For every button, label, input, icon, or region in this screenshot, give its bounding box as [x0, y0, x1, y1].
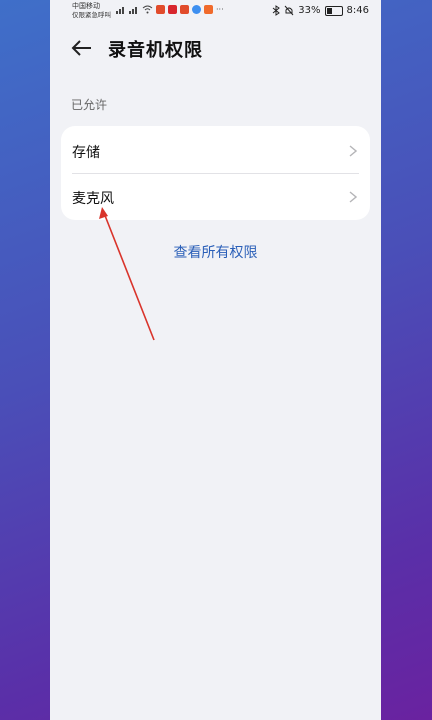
clock: 8:46 [346, 5, 369, 16]
permission-row-storage[interactable]: 存储 [61, 128, 370, 174]
chevron-right-icon [349, 191, 357, 203]
battery-percent: 33% [298, 5, 321, 16]
signal-icon-2 [129, 7, 137, 14]
back-button[interactable] [70, 36, 94, 60]
signal-icon [116, 7, 124, 14]
permission-row-microphone[interactable]: 麦克风 [61, 174, 370, 220]
permission-label: 存储 [72, 145, 100, 161]
section-label: 已允许 [71, 98, 108, 112]
app-notification-icon [180, 5, 189, 14]
notification-icons: ··· [116, 5, 224, 14]
app-notification-icon [168, 5, 177, 14]
page-title: 录音机权限 [108, 40, 203, 61]
app-notification-icon [204, 5, 213, 14]
permissions-card: 存储 麦克风 [61, 126, 370, 220]
permission-label: 麦克风 [72, 191, 114, 207]
carrier-name: 中国移动 [72, 2, 100, 10]
app-notification-icon [156, 5, 165, 14]
status-right: 33% 8:46 [272, 5, 369, 16]
chevron-right-icon [349, 145, 357, 157]
phone-screen: 中国移动 仅限紧急呼叫 ··· 33% 8:46 录音机权限 已允许 存储 麦克… [50, 0, 381, 720]
status-bar: 中国移动 仅限紧急呼叫 ··· 33% 8:46 [50, 0, 381, 24]
battery-icon [324, 5, 343, 16]
mute-icon [284, 5, 294, 16]
carrier-status: 仅限紧急呼叫 [72, 11, 111, 19]
carrier-info: 中国移动 仅限紧急呼叫 [72, 2, 111, 20]
app-header: 录音机权限 [50, 28, 381, 68]
wifi-icon [142, 5, 153, 14]
bluetooth-icon [272, 5, 281, 16]
more-icon: ··· [216, 5, 224, 14]
app-notification-icon [192, 5, 201, 14]
back-arrow-icon [71, 40, 91, 56]
view-all-permissions-link[interactable]: 查看所有权限 [50, 242, 381, 262]
